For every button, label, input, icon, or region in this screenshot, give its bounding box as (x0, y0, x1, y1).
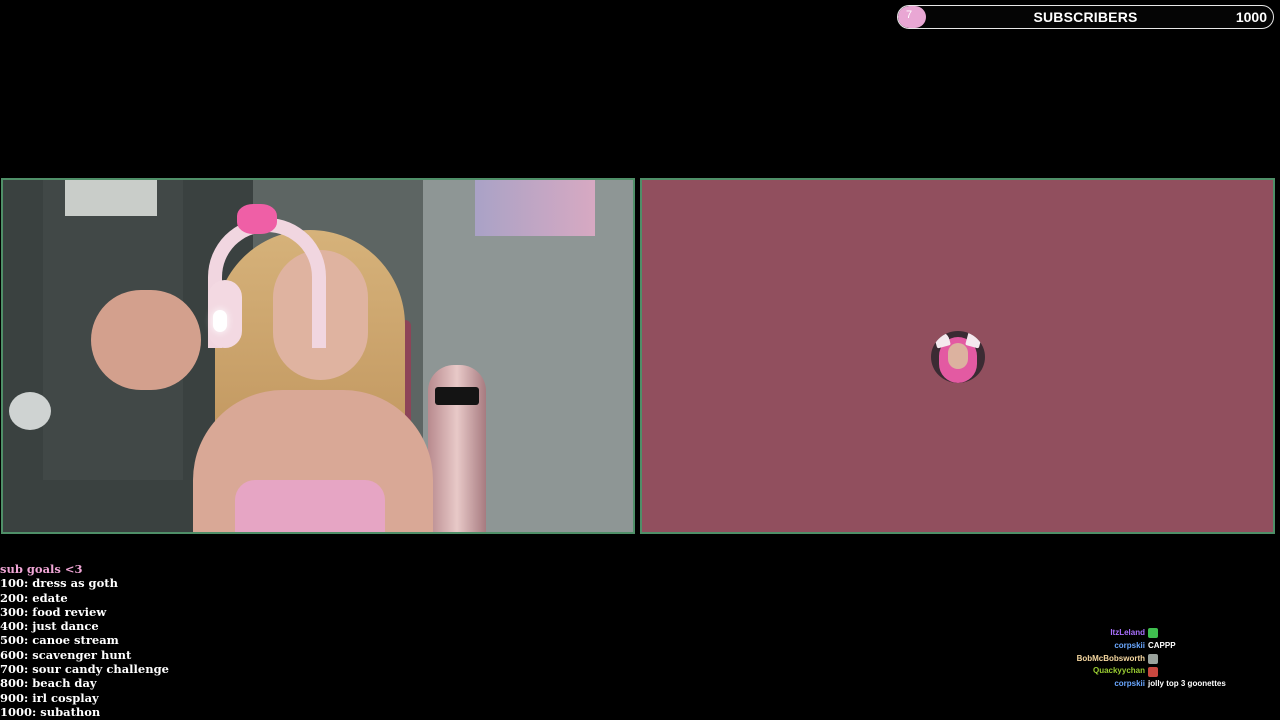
goal-item: 100: dress as goth (0, 576, 118, 591)
pepe-emote-icon (1148, 666, 1158, 677)
chat-overlay: ItzLeland corpskii CAPPP BobMcBobsworth … (1060, 627, 1275, 691)
lamp (9, 392, 51, 430)
goal-item: 500: canoe stream (0, 633, 119, 648)
poster (65, 180, 157, 216)
goal-item: 300: food review (0, 604, 107, 619)
chat-text: jolly top 3 goonettes (1148, 679, 1226, 689)
goal-item: 400: just dance (0, 619, 99, 634)
chat-username: BobMcBobsworth (1076, 653, 1145, 663)
bow-icon (237, 204, 277, 234)
subscriber-label: SUBSCRIBERS (1033, 9, 1138, 25)
chat-username: corpskii (1114, 679, 1145, 689)
subscriber-goal-bar: 7 SUBSCRIBERS 1000 (897, 5, 1274, 29)
sub-goals-list: sub goals <3 100: dress as goth 200: eda… (0, 562, 169, 719)
whatsapp-emote-icon (1148, 628, 1158, 639)
chat-message: corpskii jolly top 3 goonettes (1060, 678, 1275, 691)
chat-message: Quackyychan (1060, 665, 1275, 678)
meme-emote-icon (1148, 653, 1158, 664)
screen-share-panel (640, 178, 1275, 534)
chat-text: CAPPP (1148, 640, 1176, 650)
goal-item: 700: sour candy challenge (0, 662, 169, 677)
poster (475, 180, 595, 236)
headphone-light (213, 310, 227, 332)
chat-message: ItzLeland (1060, 627, 1275, 640)
subscriber-goal: 1000 (1235, 9, 1267, 25)
goal-item: 900: irl cosplay (0, 690, 99, 705)
goal-item: 600: scavenger hunt (0, 647, 132, 662)
goal-item: 1000: subathon (0, 704, 101, 719)
goal-item: 800: beach day (0, 676, 97, 691)
chat-message: BobMcBobsworth (1060, 653, 1275, 666)
webcam-panel (1, 178, 635, 534)
sub-goals-title: sub goals <3 (0, 562, 83, 576)
streamer-avatar-icon (931, 331, 985, 383)
chat-username: ItzLeland (1110, 628, 1145, 637)
fan-display (435, 387, 479, 405)
goal-item: 200: edate (0, 590, 68, 605)
tower-fan (428, 365, 486, 532)
streamer-arm (91, 290, 201, 390)
streamer-top (235, 480, 385, 532)
chat-username: corpskii (1114, 640, 1145, 650)
chat-username: Quackyychan (1092, 666, 1145, 676)
chat-message: corpskii CAPPP (1060, 640, 1275, 653)
avatar-face (948, 343, 968, 369)
